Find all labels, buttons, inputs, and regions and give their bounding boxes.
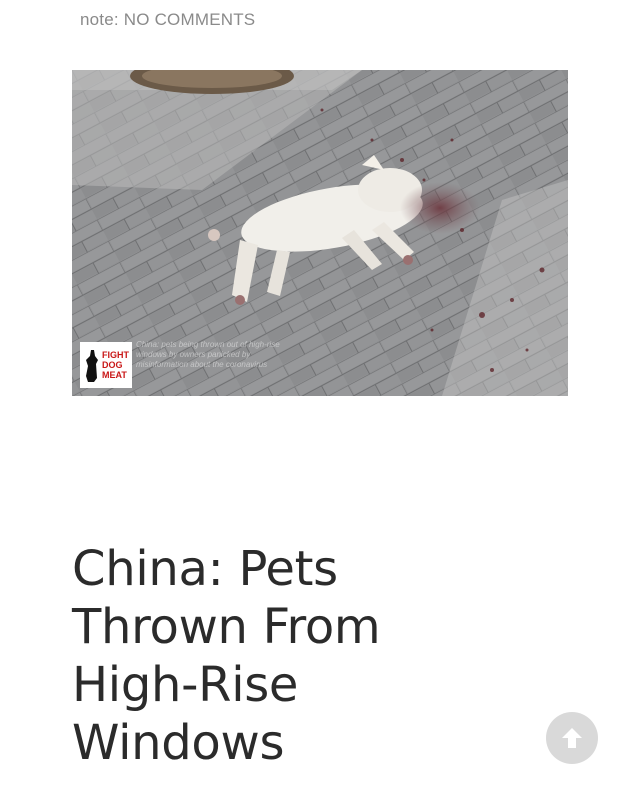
watermark-caption: China: pets being thrown out of high-ris… (136, 340, 280, 369)
fight-dog-meat-logo: FIGHT DOG MEAT (80, 342, 132, 388)
post-title[interactable]: China: Pets Thrown From High-Rise Window… (72, 540, 502, 772)
watermark-brand: FIGHT DOG MEAT (102, 350, 129, 380)
dog-silhouette-icon (86, 350, 98, 382)
scroll-to-top-button[interactable] (546, 712, 598, 764)
meta-label: note: (80, 10, 119, 29)
post-meta: note: NO COMMENTS (80, 10, 255, 30)
comments-count-link[interactable]: NO COMMENTS (124, 10, 256, 29)
arrow-up-icon (562, 728, 582, 748)
